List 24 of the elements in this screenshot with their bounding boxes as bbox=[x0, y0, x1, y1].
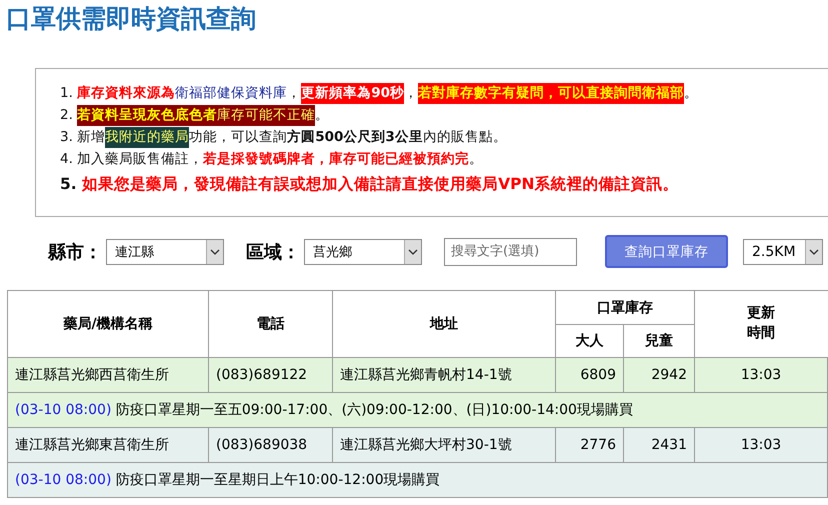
column-header: 藥局/機構名稱 bbox=[8, 290, 208, 358]
query-button[interactable]: 查詢口罩庫存 bbox=[605, 235, 728, 268]
note-cell: (03-10 08:00) 防疫口罩星期一至星期日上午10:00-12:00現場購買 bbox=[8, 462, 828, 498]
column-header: 口罩庫存 bbox=[556, 290, 694, 324]
range-select[interactable]: 2.5KM bbox=[743, 238, 823, 264]
notice-line: 1. 庫存資料來源為衛福部健保資料庫，更新頻率為90秒，若對庫存數字有疑問，可以直接詢問衛福部。 bbox=[60, 83, 828, 104]
district-select[interactable]: 莒光鄉 bbox=[304, 238, 422, 264]
caret-icon bbox=[206, 240, 223, 264]
county-select[interactable]: 連江縣 bbox=[106, 238, 224, 264]
caret-icon bbox=[805, 240, 822, 264]
county-label: 縣市： bbox=[48, 240, 102, 264]
column-header: 地址 bbox=[332, 290, 556, 358]
notice-line: 2. 若資料呈現灰色底色者庫存可能不正確。 bbox=[60, 105, 828, 126]
search-field[interactable]: 搜尋文字(選填) bbox=[444, 238, 577, 266]
column-header: 兒童 bbox=[624, 324, 694, 358]
notice-line: 3. 新增我附近的藥局功能，可以查詢方圓500公尺到3公里內的販售點。 bbox=[60, 127, 828, 148]
column-header: 電話 bbox=[208, 290, 332, 358]
page-title: 口罩供需即時資訊查詢 bbox=[5, 3, 257, 35]
caret-icon bbox=[404, 240, 421, 264]
column-header: 更新時間 bbox=[694, 290, 828, 358]
notice-line: 4. 加入藥局販售備註，若是採發號碼牌者，庫存可能已經被預約完。 bbox=[60, 150, 484, 169]
district-label: 區域： bbox=[246, 240, 300, 264]
column-header: 大人 bbox=[556, 324, 624, 358]
notice-line: 5. 如果您是藥局，發現備註有誤或想加入備註請直接使用藥局VPN系統裡的備註資訊。 bbox=[60, 174, 680, 195]
